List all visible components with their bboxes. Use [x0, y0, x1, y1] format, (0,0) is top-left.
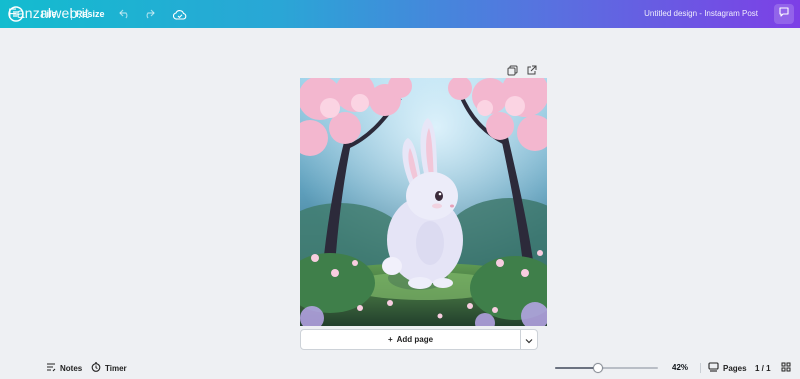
comment-button[interactable]: [774, 4, 794, 24]
add-page-label: Add page: [396, 335, 434, 344]
footer-divider: [700, 363, 701, 373]
notes-label: Notes: [60, 363, 83, 373]
grid-view-button[interactable]: [781, 357, 791, 379]
resize-menu[interactable]: Resize: [76, 0, 105, 28]
menu-divider: [71, 10, 72, 20]
grid-view-icon: [781, 362, 791, 374]
redo-icon[interactable]: [141, 6, 157, 22]
bottom-toolbar: Notes Timer 42% Pages 1 / 1: [0, 357, 800, 379]
file-menu[interactable]: File: [41, 0, 57, 28]
pages-icon: [708, 362, 719, 374]
undo-icon[interactable]: [117, 6, 133, 22]
add-page-options-button[interactable]: [520, 329, 538, 350]
plus-icon: +: [387, 335, 393, 344]
timer-label: Timer: [105, 363, 127, 373]
zoom-slider[interactable]: [555, 363, 658, 373]
chevron-down-icon: [525, 331, 533, 349]
timer-icon: [91, 362, 101, 374]
notes-button[interactable]: Notes: [46, 357, 82, 379]
design-canvas[interactable]: [300, 78, 547, 326]
cloud-save-icon[interactable]: [172, 6, 188, 22]
bunny-illustration: [300, 78, 547, 326]
document-title[interactable]: Untitled design - Instagram Post: [644, 0, 758, 28]
notes-icon: [46, 362, 56, 374]
page-count: 1 / 1: [755, 363, 771, 373]
pages-button[interactable]: Pages: [708, 357, 747, 379]
page-counter: 1 / 1: [755, 357, 771, 379]
top-toolbar: Fanzalweb.it File Resize Untitled design…: [0, 0, 800, 28]
add-page-button[interactable]: + Add page: [300, 329, 521, 350]
zoom-slider-fill: [555, 367, 598, 369]
timer-button[interactable]: Timer: [91, 357, 127, 379]
comment-icon: [778, 5, 790, 23]
zoom-level[interactable]: 42%: [672, 357, 688, 379]
zoom-slider-thumb[interactable]: [593, 363, 603, 373]
pages-label: Pages: [723, 363, 747, 373]
